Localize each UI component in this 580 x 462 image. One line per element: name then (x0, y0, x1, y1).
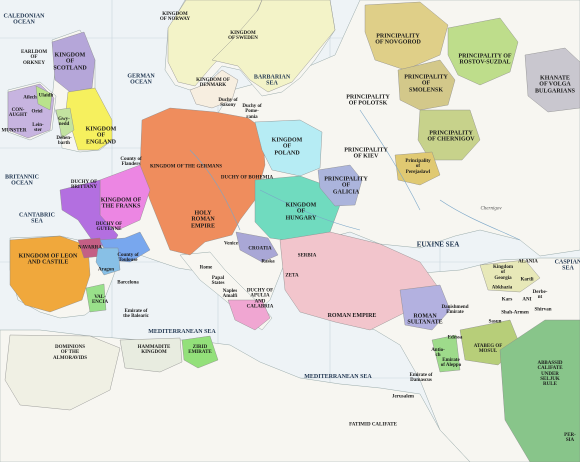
label-holy-roman-empire: HOLY ROMAN EMPIRE (191, 210, 215, 230)
label-ulaidh: Ulaidh (38, 93, 54, 99)
label-kartli: Kartli (520, 277, 534, 283)
historical-map: CALEDONIAN OCEAN EARLDOM OF ORKNEY KINGD… (0, 0, 580, 462)
label-principality-pereyaslavl: Principality of Perejaslawl (405, 159, 431, 175)
label-kingdom-scotland: KINGDOM OF SCOTLAND (53, 52, 87, 72)
label-ailech: Ailech (23, 95, 37, 101)
label-principality-chernigov: PRINCIPALITY OF CHERNIGOV (427, 130, 475, 143)
label-kingdom-sweden: KINGDOM OF SWEDEN (228, 30, 258, 41)
label-duchy-apulia-calabria: DUCHY OF APULIA AND CALABRIA (246, 288, 274, 310)
label-jerusalem: Jerusalem (392, 394, 414, 400)
label-alania: ALANIA (518, 259, 538, 265)
label-ani: ANI (522, 297, 532, 303)
label-kingdom-poland: KINGDOM OF POLAND (271, 137, 303, 157)
label-venice: Venice (224, 241, 238, 247)
label-duchy-saxony: Duchy of Saxony (218, 97, 238, 108)
label-connaught: CON- AUGHT (8, 107, 28, 118)
label-shah-armen: Shah-Armen (501, 310, 529, 316)
label-oriel: Oriel (31, 109, 43, 115)
label-caledonian-ocean: CALEDONIAN OCEAN (3, 13, 45, 26)
label-aragon: Aragon (97, 267, 115, 273)
label-mediterranean-sea-west: MEDITERRANEAN SEA (148, 328, 216, 335)
label-mediterranean-sea-east: MEDITERRANEAN SEA (304, 373, 372, 380)
label-munster: MUNSTER (1, 128, 27, 134)
label-abbasid-caliphate: ABBASSID CALIFATE UNDER SELJUK RULE (537, 360, 563, 387)
label-kingdom-leon-castile: KINGDOM OF LEON AND CASTILE (18, 253, 78, 266)
label-barcelona: Barcelona (117, 280, 139, 286)
label-raska: Raska (261, 259, 275, 265)
label-deheubarth: Dehen- barth (56, 135, 72, 146)
label-khanate-volga-bulgarians: KHANATE OF VOLGA BULGARIANS (534, 75, 576, 95)
label-emirate-aleppo: Emirate of Aleppo (440, 357, 462, 368)
label-cantabric-sea: CANTABRIC SEA (19, 212, 55, 225)
label-rome: Rome (199, 265, 213, 271)
label-kingdom-norway: KINGDOM OF NORWAY (159, 11, 191, 22)
label-kingdom-georgia: Kingdom of Georgia (492, 265, 514, 281)
label-zirid-emirate: ZIRID EMIRATE (188, 344, 212, 355)
label-britannic-ocean: BRITANNIC OCEAN (5, 174, 39, 187)
label-kars: Kars (501, 297, 513, 303)
label-persia: PER- SIA (564, 432, 576, 443)
label-barbarian-sea: BARBARIAN SEA (253, 74, 291, 87)
label-naples: Naples Amalfi (222, 288, 238, 299)
label-emirate-balearic: Emirate of the Balearic (123, 308, 149, 319)
label-fatimid-caliphate: FATIMID CALIFATE (349, 422, 397, 428)
label-earldom-orkney: EARLDOM OF ORKNEY (20, 50, 48, 66)
label-derbent: Derbe- nt (532, 289, 548, 300)
label-kingdom-england: KINGDOM OF ENGLAND (85, 126, 117, 146)
label-kingdom-franks: KINGDOM OF THE FRANKS (100, 197, 142, 210)
label-euxine-sea: EUXINE SEA (416, 240, 460, 249)
label-serbia: SERBIA (297, 253, 317, 259)
label-duchy-pomerania: Duchy of Pome- rania (242, 104, 262, 120)
label-principality-polotsk: PRINCIPALITY OF POLOTSK (346, 94, 390, 107)
label-duchy-brittany: DUCHY OF BRITTANY (70, 179, 98, 190)
label-roman-sultanate: ROMAN SULTANATE (407, 313, 443, 326)
label-duchy-guyenne: DUCHY OF GUYENNE (95, 221, 123, 232)
label-principality-novgorod: PRINCIPALITY OF NOVGOROD (375, 33, 421, 46)
label-abkhazia: Abkhazia (491, 285, 513, 291)
label-navarra: NAVARRA (78, 245, 102, 251)
label-gwynedd: Gwy- nedd (58, 116, 70, 127)
label-chernigov-town: Chernigov (480, 206, 502, 212)
map-graphic (0, 0, 580, 462)
label-zeta: ZETA (285, 273, 299, 279)
label-roman-empire: ROMAN EMPIRE (327, 312, 377, 319)
label-kingdom-germans: KINGDOM OF THE GERMANS (149, 164, 223, 170)
label-principality-kiev: PRINCIPALITY OF KIEV (344, 147, 388, 160)
label-edessa: Edessa (447, 335, 463, 341)
label-county-toulouse: County of Toulouse (117, 252, 139, 263)
label-valencia: VAL- ENCIA (91, 294, 109, 305)
label-duchy-bohemia: DUCHY OF BOHEMIA (220, 175, 274, 181)
label-leinster: Lein- ster (32, 122, 44, 133)
label-antioch: Antio- ch (431, 347, 445, 358)
label-caspian-sea: CASPIAN SEA (554, 259, 580, 272)
label-papal-states: Papal States (211, 275, 225, 286)
label-kingdom-hungary: KINGDOM OF HUNGARY (285, 202, 317, 222)
label-kingdom-denmark: KINGDOM OF DENMARK (196, 77, 230, 88)
label-emirate-damascus: Emirate of Damascus (409, 372, 433, 383)
label-shirvan: Shirvan (534, 307, 552, 313)
label-hammadite-kingdom: HAMMADITE KINGDOM (137, 344, 171, 355)
label-german-ocean: GERMAN OCEAN (127, 73, 155, 86)
label-atabeg-mosul: ATABEG OF MOSUL (473, 343, 503, 354)
label-principality-rostov-suzdal: PRINCIPALITY OF ROSTOV-SUZDAL (458, 53, 512, 66)
label-principality-galicia: PRINCIPALITY OF GALICIA (324, 176, 368, 196)
label-croatia: CROATIA (248, 246, 272, 252)
label-dominions-almoravids: DOMINIONS OF THE ALMORAVIDS (52, 345, 88, 361)
label-principality-smolensk: PRINCIPALITY OF SMOLENSK (404, 74, 448, 94)
label-county-flanders: County of Flanders (120, 156, 142, 167)
label-danishmend-emirate: Danishmend Emirate (441, 304, 469, 315)
label-sasun: Sasun (488, 319, 502, 325)
